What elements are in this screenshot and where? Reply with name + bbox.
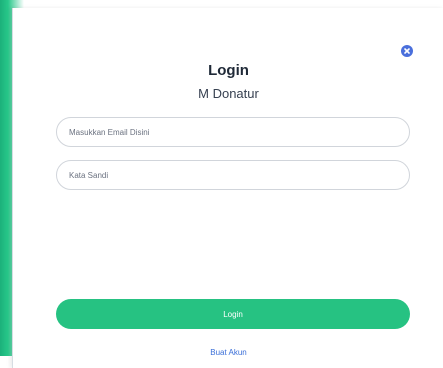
login-modal: Login M Donatur Login Buat Akun: [12, 8, 443, 368]
close-circle-icon: [404, 48, 410, 54]
email-input[interactable]: [56, 117, 410, 147]
modal-subtitle: M Donatur: [198, 86, 259, 101]
modal-title: Login: [208, 62, 249, 79]
login-button[interactable]: Login: [56, 299, 410, 329]
close-button[interactable]: [401, 45, 413, 57]
password-input[interactable]: [56, 160, 410, 190]
